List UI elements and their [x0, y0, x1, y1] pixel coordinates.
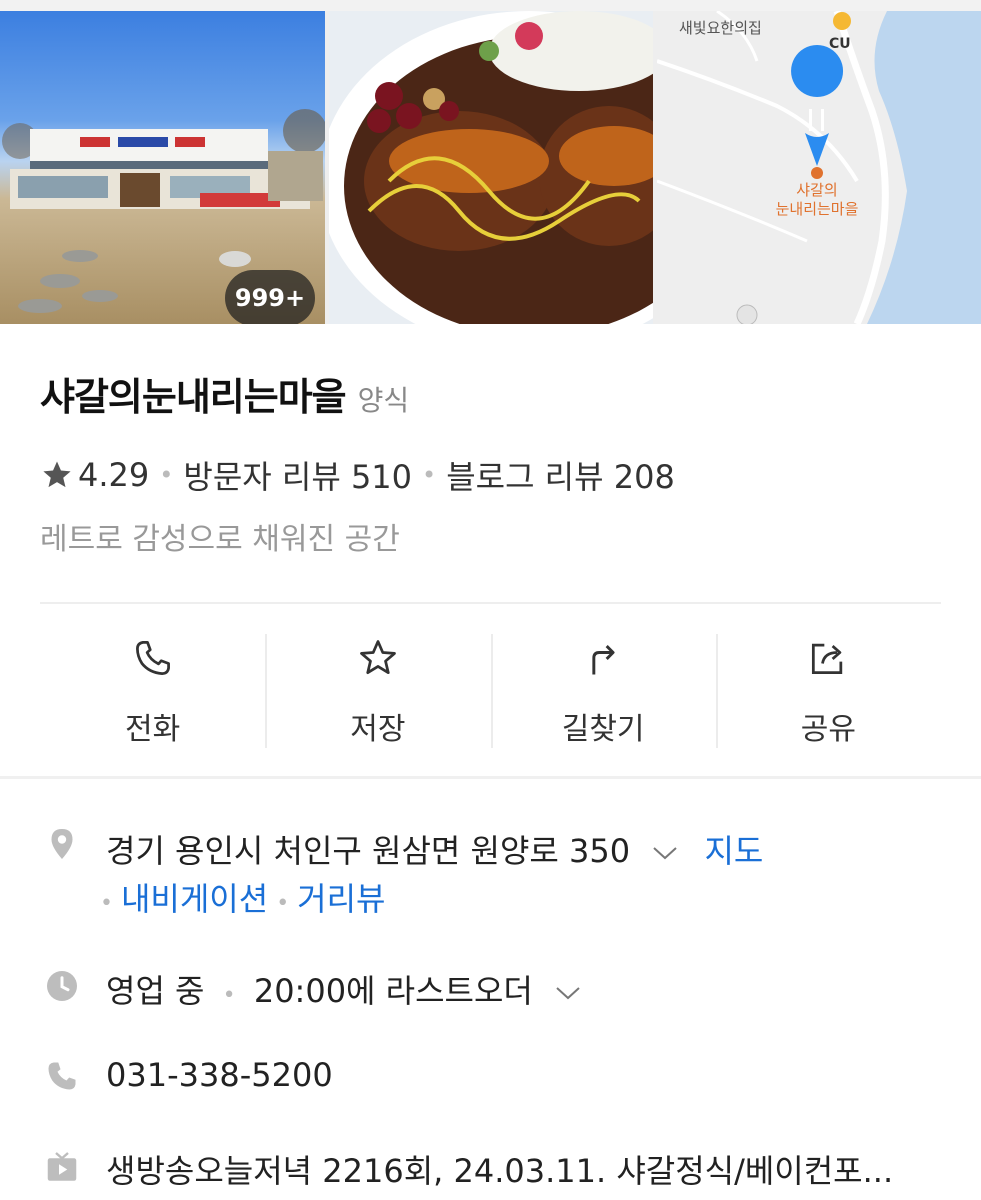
rating-star-icon — [43, 461, 71, 488]
rating-row: 4.29 • 방문자 리뷰 510 • 블로그 리뷰 208 — [40, 452, 675, 498]
address-links-row: • 내비게이션 • 거리뷰 — [100, 874, 386, 920]
photo-food[interactable] — [329, 11, 653, 324]
separator-dot: • — [100, 891, 113, 916]
place-category: 양식 — [357, 384, 410, 417]
directions-icon — [592, 645, 615, 675]
phone-number[interactable]: 031-338-5200 — [106, 1056, 333, 1094]
map-place-label: 샤갈의 눈내리는마을 — [757, 181, 877, 219]
address-text: 경기 용인시 처인구 원삼면 원양로 350 — [106, 832, 631, 870]
tv-icon — [47, 1152, 77, 1181]
share-icon — [812, 643, 843, 675]
rating-value: 4.29 — [78, 456, 150, 494]
star-icon — [360, 640, 396, 675]
place-tagline: 레트로 감성으로 채워진 공간 — [40, 522, 400, 557]
directions-button-label: 길찾기 — [561, 712, 645, 747]
separator-dot: • — [159, 461, 174, 489]
photo-exterior[interactable]: 999+ — [0, 11, 325, 324]
tv-appearance[interactable]: 생방송오늘저녁 2216회, 24.03.11. 샤갈정식/베이컨포... — [106, 1146, 893, 1192]
separator-dot: • — [276, 891, 290, 916]
share-button-label: 공유 — [800, 712, 856, 747]
address-row: 경기 용인시 처인구 원삼면 원양로 350 지도 — [106, 826, 763, 872]
last-order-text: 20:00에 라스트오더 — [253, 972, 533, 1010]
clock-icon — [47, 971, 77, 1001]
call-button[interactable]: 전화 — [40, 630, 265, 748]
photo-count-badge[interactable]: 999+ — [225, 270, 315, 324]
map-place-label-line1: 샤갈의 — [796, 181, 838, 199]
business-status: 영업 중 — [106, 972, 205, 1010]
map-label-nearby: 새빛요한의집 — [679, 19, 762, 37]
map-place-label-line2: 눈내리는마을 — [775, 200, 859, 218]
location-pin-icon — [51, 829, 73, 859]
action-bar: 전화 저장 길찾기 공유 — [40, 630, 941, 748]
phone-icon — [135, 641, 170, 675]
status-bar — [0, 0, 981, 11]
section-divider — [0, 776, 981, 779]
chevron-down-icon[interactable] — [553, 983, 583, 1003]
hours-row[interactable]: 영업 중 • 20:00에 라스트오더 — [106, 966, 583, 1012]
navigation-link[interactable]: 내비게이션 — [121, 880, 268, 918]
photo-strip: 999+ 새빛요한의집 CU 샤갈의 눈내리는마을 — [0, 0, 981, 324]
phone-icon — [48, 1062, 76, 1090]
call-button-label: 전화 — [125, 712, 181, 747]
divider — [40, 602, 941, 604]
separator-dot: • — [422, 461, 437, 489]
place-name: 샤갈의눈내리는마을 — [40, 375, 347, 419]
save-button-label: 저장 — [350, 712, 406, 747]
chevron-down-icon[interactable] — [650, 843, 680, 863]
street-view-link[interactable]: 거리뷰 — [297, 880, 385, 918]
photo-map[interactable]: 새빛요한의집 CU 샤갈의 눈내리는마을 — [657, 11, 981, 324]
map-label-cu: CU — [829, 36, 851, 52]
blog-reviews-link[interactable]: 블로그 리뷰 208 — [446, 452, 675, 498]
visitor-reviews-link[interactable]: 방문자 리뷰 510 — [183, 452, 412, 498]
save-button[interactable]: 저장 — [265, 630, 490, 748]
separator-dot: • — [222, 983, 236, 1008]
title-row: 샤갈의눈내리는마을 양식 — [40, 366, 409, 421]
directions-button[interactable]: 길찾기 — [490, 630, 716, 748]
map-link[interactable]: 지도 — [704, 832, 763, 870]
share-button[interactable]: 공유 — [715, 630, 941, 748]
